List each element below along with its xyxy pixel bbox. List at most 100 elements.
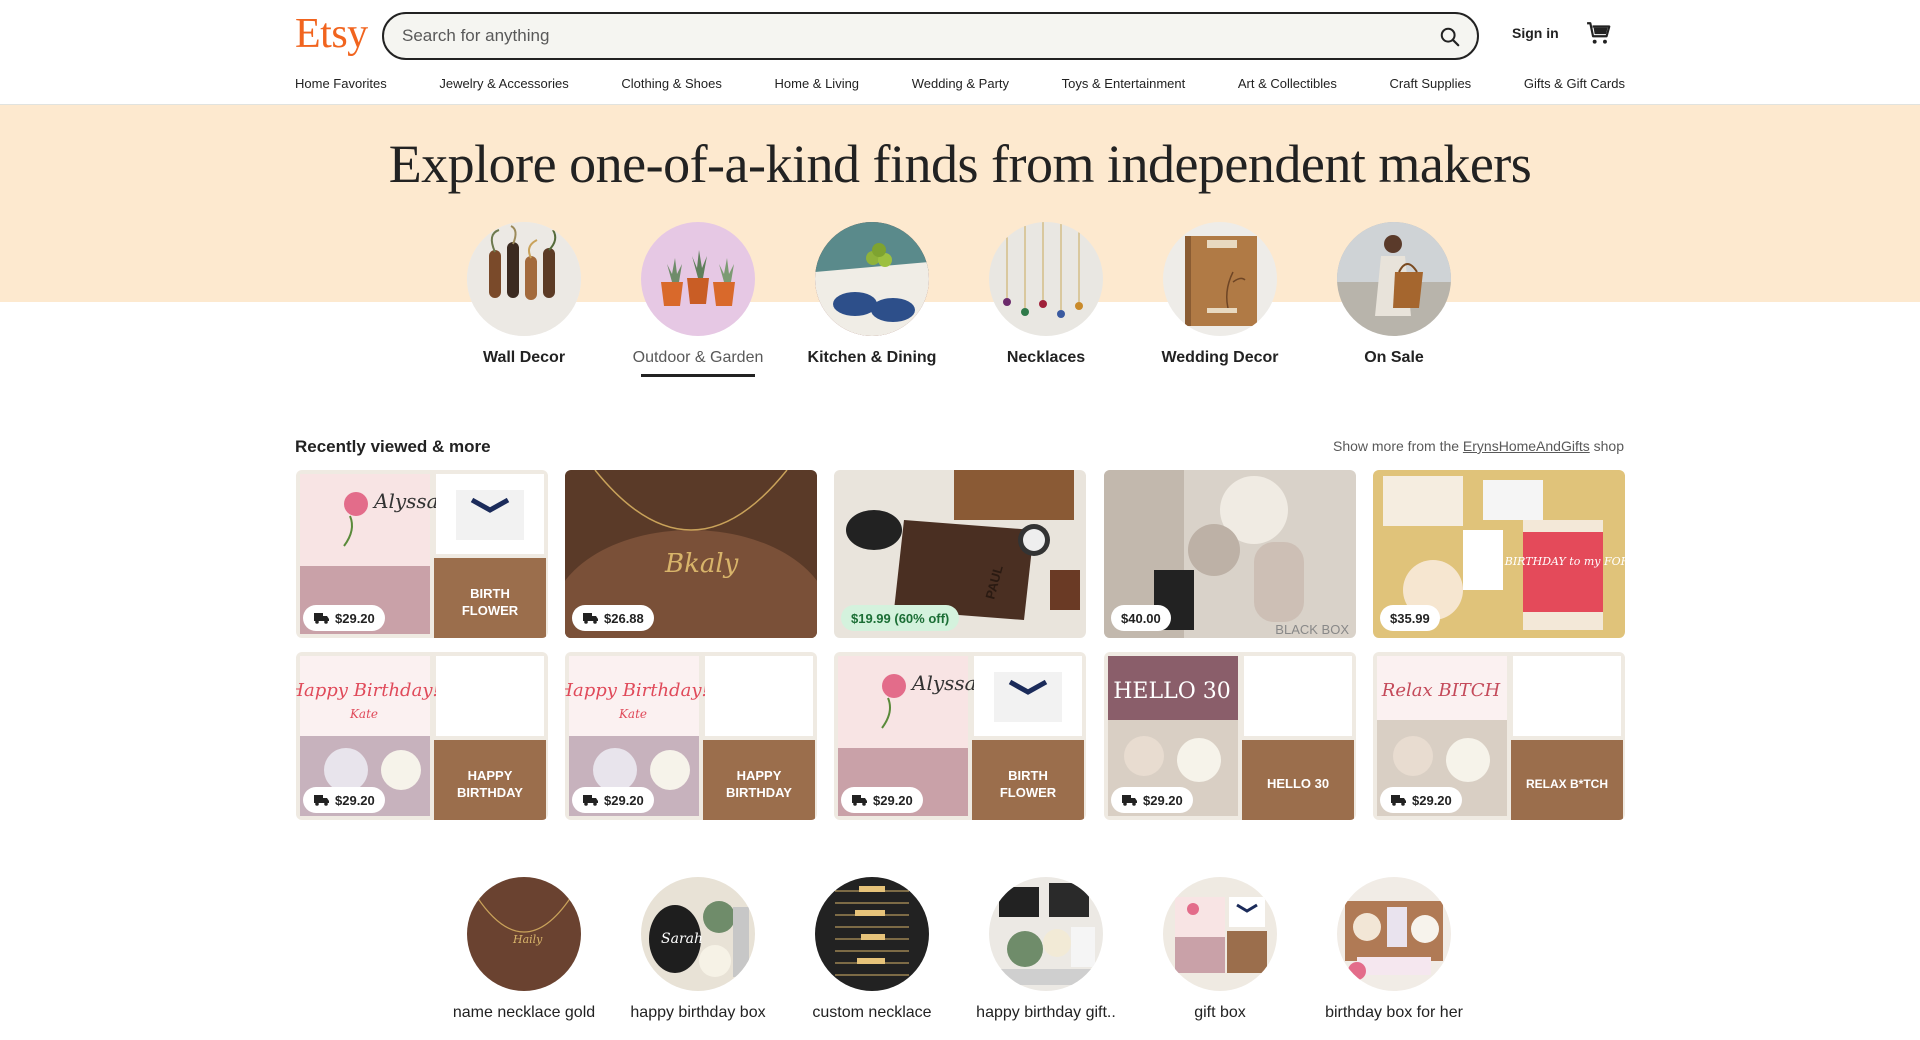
tile-script: HELLO 30 [1113,679,1231,704]
shop-link[interactable]: ErynsHomeAndGifts [1463,438,1590,454]
nav-jewelry-accessories[interactable]: Jewelry & Accessories [439,76,568,96]
price-badge: $26.88 [572,605,654,631]
search-bar[interactable] [382,12,1479,60]
nav-art-collectibles[interactable]: Art & Collectibles [1238,76,1337,96]
tile-text-1: HAPPY [468,768,513,783]
price-badge: $29.20 [303,787,385,813]
search-icon [1440,27,1460,47]
outdoor-garden-image [641,222,755,336]
tile-name: Kate [349,707,378,721]
price-badge: $29.20 [841,787,923,813]
price-badge: $29.20 [303,605,385,631]
listing-tile[interactable]: Alyssa BIRTH FLOWER $29.20 [296,470,548,638]
suggestion-label: gift box [1194,1004,1246,1021]
suggestion-image: Sarah [641,877,755,991]
tile-script: Bkaly [664,549,739,579]
price-badge: $35.99 [1380,605,1440,631]
suggestion-label: happy birthday gift.. [976,1004,1116,1021]
suggestion-label: birthday box for her [1325,1004,1463,1021]
etsy-logo[interactable]: Etsy [295,10,368,58]
category-wedding-decor[interactable]: Wedding Decor [1145,222,1295,368]
site-header: Etsy Sign in Home Favorites Jewelry & Ac… [0,0,1920,105]
price-text: $29.20 [335,610,375,626]
price-badge: $29.20 [1111,787,1193,813]
nav-gifts-gift-cards[interactable]: Gifts & Gift Cards [1524,76,1625,96]
tile-text-1: HAPPY [737,768,782,783]
category-outdoor-garden[interactable]: Outdoor & Garden [623,222,773,377]
search-input[interactable] [402,24,1382,48]
price-badge: $40.00 [1111,605,1171,631]
search-suggestion-custom-necklace[interactable]: custom necklace [797,877,947,1023]
listing-tile[interactable]: Bkaly $26.88 [565,470,817,638]
category-kitchen-dining[interactable]: Kitchen & Dining [797,222,947,368]
price-text: $29.20 [604,792,644,808]
price-badge: $19.99 (60% off) [841,605,960,631]
nav-home-living[interactable]: Home & Living [775,76,860,96]
price-badge: $29.20 [1380,787,1462,813]
cart-icon [1587,22,1611,44]
search-button[interactable] [1431,18,1469,56]
tile-text-2: FLOWER [1000,785,1057,800]
listing-tile[interactable]: Relax BITCH RELAX B*TCH $29.20 [1373,652,1625,820]
price-text: $29.20 [1412,792,1452,808]
price-badge: $29.20 [572,787,654,813]
nav-home-favorites[interactable]: Home Favorites [295,76,387,96]
listing-tile[interactable]: Alyssa BIRTH FLOWER $29.20 [834,652,1086,820]
category-label: Outdoor & Garden [632,349,764,366]
search-suggestion-gift-box[interactable]: gift box [1145,877,1295,1023]
nav-clothing-shoes[interactable]: Clothing & Shoes [621,76,721,96]
suggestion-image [989,877,1103,991]
cart-button[interactable] [1586,20,1614,48]
category-label: On Sale [1364,349,1424,366]
price-text: $40.00 [1121,610,1161,626]
tile-script: Happy Birthday! [565,680,709,701]
price-text: $29.20 [873,792,913,808]
listing-tile[interactable]: Happy Birthday! Kate HAPPY BIRTHDAY $29.… [565,652,817,820]
listing-tile[interactable]: HELLO 30 HELLO 30 $29.20 [1104,652,1356,820]
tile-text-2: BIRTHDAY [457,785,523,800]
price-text: $29.20 [1143,792,1183,808]
suggestion-image: Haily [467,877,581,991]
tile-corner-text: BLACK BOX [1275,622,1349,637]
show-more-prefix: Show more from the [1332,438,1463,454]
truck-icon [1122,795,1137,806]
truck-icon [314,795,329,806]
truck-icon [852,795,867,806]
category-on-sale[interactable]: On Sale [1319,222,1469,368]
nav-wedding-party[interactable]: Wedding & Party [912,76,1009,96]
suggestion-image [1337,877,1451,991]
hero-title: Explore one-of-a-kind finds from indepen… [388,134,1532,194]
category-label: Wall Decor [482,349,566,366]
suggestion-image [1163,877,1277,991]
show-more-suffix: shop [1589,438,1624,454]
listing-tile[interactable]: BLACK BOX $40.00 [1104,470,1356,638]
suggestion-label: custom necklace [812,1004,932,1021]
kitchen-dining-image [815,222,929,336]
category-necklaces[interactable]: Necklaces [971,222,1121,368]
necklaces-image [989,222,1103,336]
truck-icon [583,795,598,806]
listing-tile[interactable]: PAUL $19.99 (60% off) [834,470,1086,638]
price-text: $19.99 (60% off) [851,610,950,626]
category-label: Kitchen & Dining [807,349,937,366]
search-suggestion-happy-birthday-box[interactable]: Sarah happy birthday box [623,877,773,1023]
svg-text:Sarah: Sarah [661,931,703,947]
listing-tile[interactable]: Happy BIRTHDAY to my FOREVER $35.99 [1373,470,1625,638]
wedding-decor-image [1163,222,1277,336]
nav-craft-supplies[interactable]: Craft Supplies [1390,76,1472,96]
sign-in-link[interactable]: Sign in [1512,25,1559,41]
recently-viewed-title: Recently viewed & more [295,437,491,456]
suggestion-label: happy birthday box [630,1004,766,1021]
truck-icon [314,613,329,624]
tile-text-1: BIRTH [470,586,510,601]
category-nav: Home Favorites Jewelry & Accessories Clo… [295,76,1625,96]
active-category-underline [641,374,755,377]
search-suggestion-happy-birthday-gift[interactable]: happy birthday gift.. [971,877,1121,1023]
listing-tile[interactable]: Happy Birthday! Kate HAPPY BIRTHDAY $29.… [296,652,548,820]
search-suggestion-name-necklace-gold[interactable]: Haily name necklace gold [449,877,599,1023]
category-wall-decor[interactable]: Wall Decor [449,222,599,368]
tile-name: Kate [618,707,647,721]
nav-toys-entertainment[interactable]: Toys & Entertainment [1062,76,1186,96]
search-suggestion-birthday-box-for-her[interactable]: birthday box for her [1319,877,1469,1023]
tile-text-1: HELLO 30 [1267,776,1329,791]
